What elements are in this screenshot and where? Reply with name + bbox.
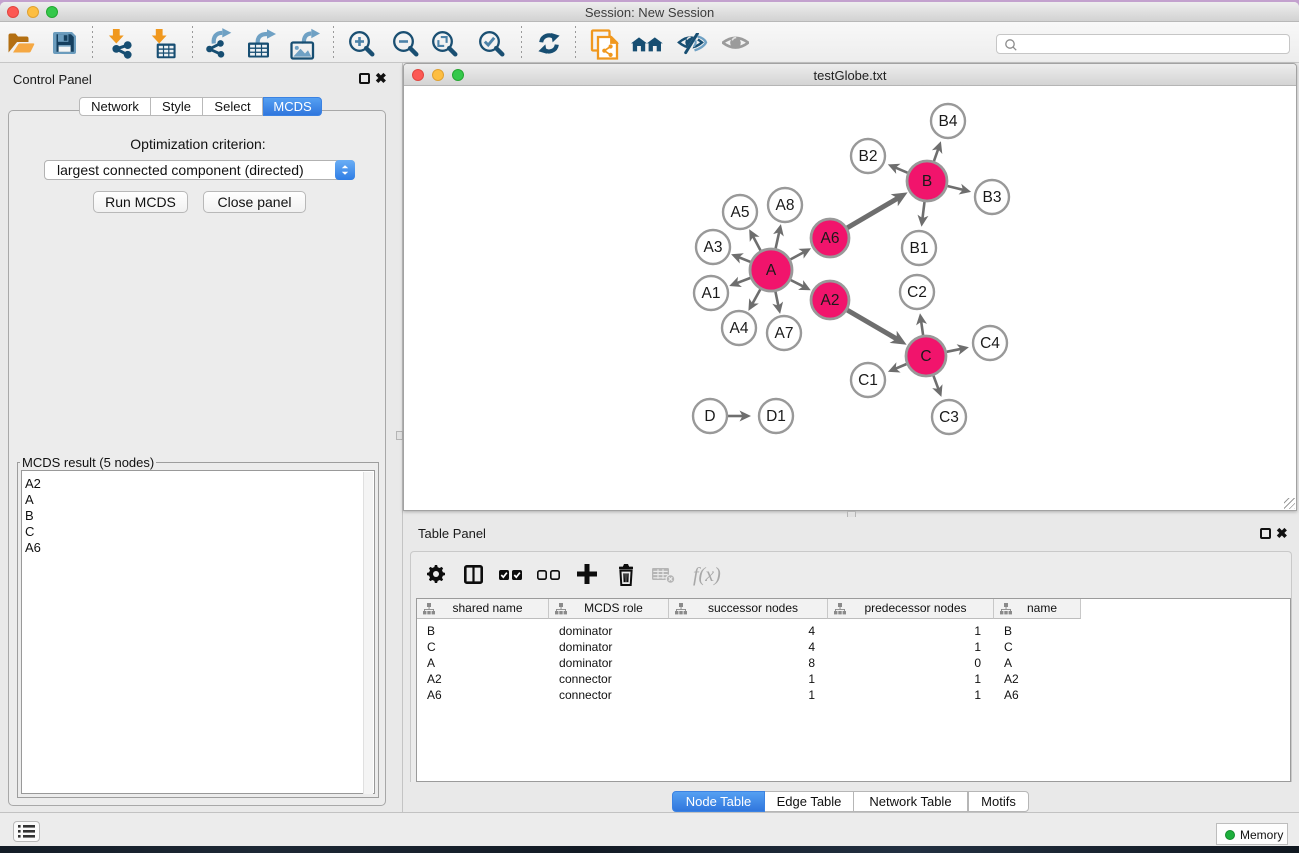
svg-text:C2: C2 [907, 284, 927, 301]
svg-text:C1: C1 [858, 372, 878, 389]
svg-text:A3: A3 [704, 239, 723, 256]
svg-text:C4: C4 [980, 335, 1000, 352]
svg-text:A: A [766, 262, 777, 279]
svg-text:B1: B1 [910, 240, 929, 257]
svg-text:A2: A2 [821, 292, 840, 309]
svg-text:D1: D1 [766, 408, 786, 425]
svg-text:B: B [922, 173, 932, 190]
svg-text:A6: A6 [821, 230, 840, 247]
svg-text:A5: A5 [731, 204, 750, 221]
svg-text:A4: A4 [730, 320, 749, 337]
svg-text:B2: B2 [859, 148, 878, 165]
svg-text:D: D [704, 408, 715, 425]
svg-text:B4: B4 [939, 113, 958, 130]
svg-text:A7: A7 [775, 325, 794, 342]
svg-text:A8: A8 [776, 197, 795, 214]
svg-text:B3: B3 [983, 189, 1002, 206]
svg-text:f(x): f(x) [693, 564, 721, 586]
svg-text:C: C [920, 348, 931, 365]
svg-text:A1: A1 [702, 285, 721, 302]
svg-text:C3: C3 [939, 409, 959, 426]
